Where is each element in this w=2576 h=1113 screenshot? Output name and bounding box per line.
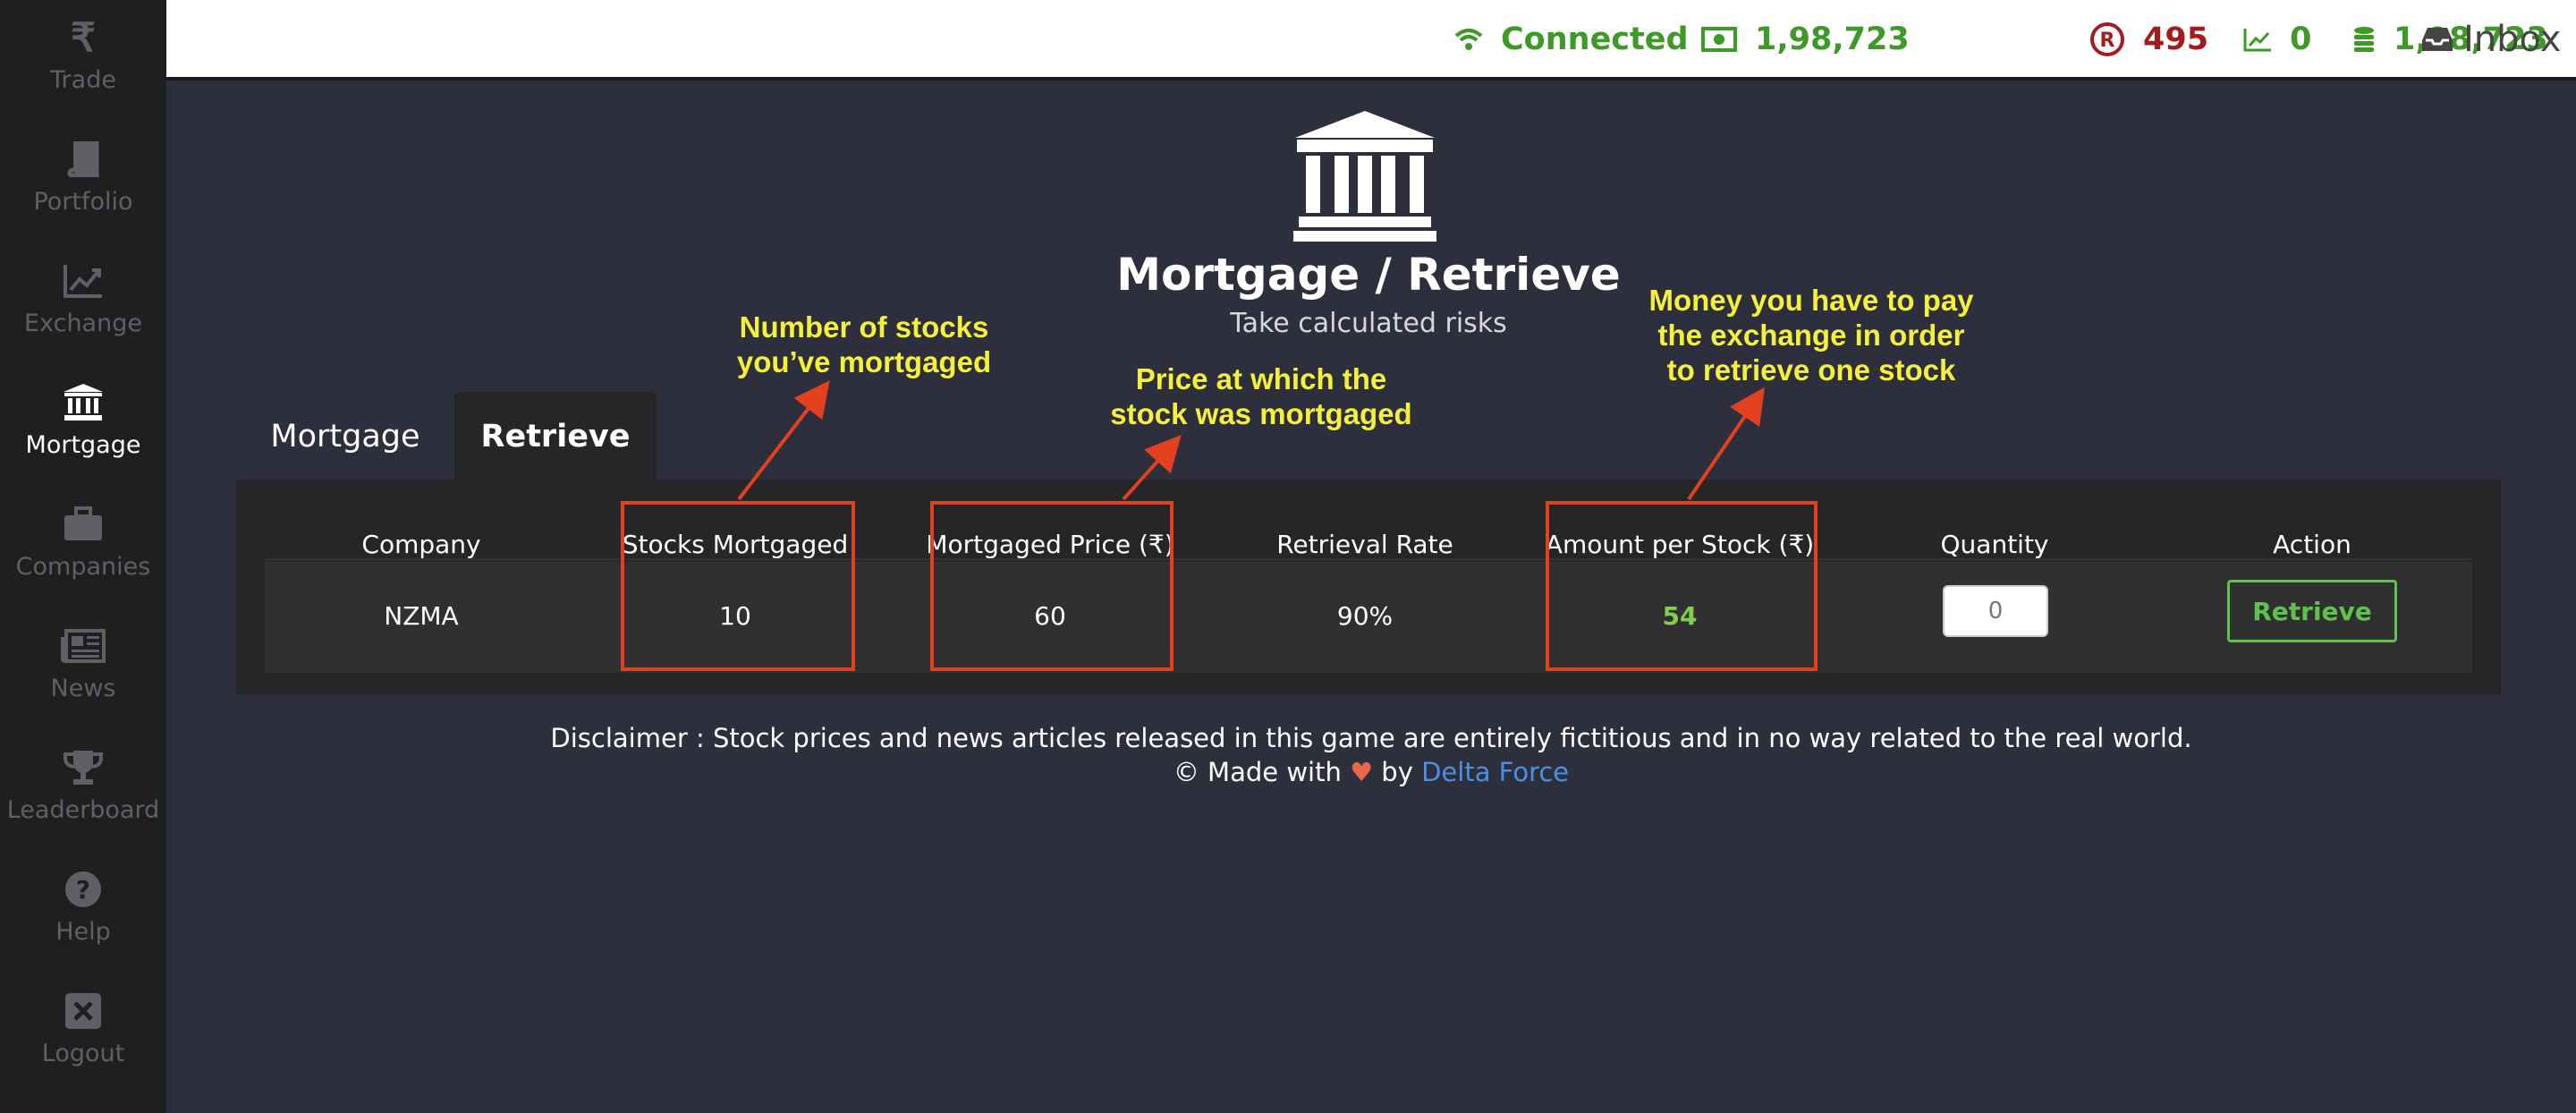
credit-line: © Made with ♥ by Delta Force	[166, 757, 2576, 787]
arrow-price	[1122, 435, 1182, 501]
heart-icon: ♥	[1350, 757, 1374, 787]
annotation-stocks: Number of stocks you’ve mortgaged	[685, 310, 1043, 379]
credit-by: by	[1381, 757, 1413, 787]
annotation-line: you’ve mortgaged	[736, 345, 992, 378]
arrow-stocks	[737, 380, 830, 501]
annotation-line: to retrieve one stock	[1666, 353, 1956, 387]
annotation-line: the exchange in order	[1657, 319, 1965, 352]
disclaimer: Disclaimer : Stock prices and news artic…	[550, 723, 2192, 753]
annotation-arrows	[737, 380, 1765, 501]
credit-prefix: © Made with	[1173, 757, 1342, 787]
annotation-price: Price at which the stock was mortgaged	[1082, 361, 1440, 431]
annotation-line: Price at which the	[1135, 362, 1387, 395]
annotation-line: Money you have to pay	[1648, 284, 1974, 317]
author-link[interactable]: Delta Force	[1421, 757, 1569, 787]
annotation-line: stock was mortgaged	[1110, 397, 1412, 430]
arrow-amount	[1687, 387, 1765, 501]
annotation-line: Number of stocks	[739, 310, 989, 344]
annotation-amount: Money you have to pay the exchange in or…	[1610, 283, 2012, 387]
